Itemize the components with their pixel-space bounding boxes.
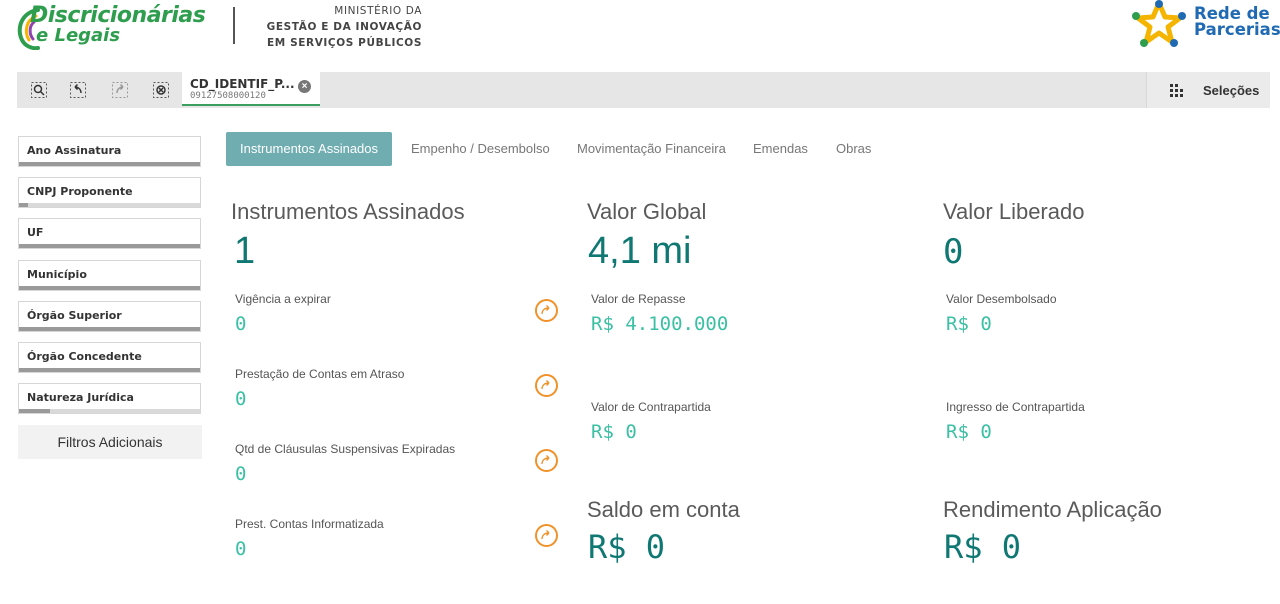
- filter-state-bar: [19, 286, 200, 290]
- grid-icon: [1170, 84, 1183, 97]
- kpi-valor-liberado-value: 0: [943, 232, 964, 272]
- current-selection-chip[interactable]: CD_IDENTIF_P... 09127508000120 ×: [182, 72, 320, 106]
- clausulas-drilldown-button[interactable]: [535, 449, 558, 472]
- filter-state-bar: [19, 244, 200, 248]
- kpi-valor-global-value: 4,1 mi: [588, 230, 692, 272]
- filter-orgao-superior[interactable]: Órgão Superior: [18, 301, 201, 332]
- clear-selections-icon: [153, 82, 169, 98]
- header-divider: [233, 7, 235, 44]
- filter-state-bar: [19, 409, 200, 413]
- ministry-line-2: GESTÃO E DA INOVAÇÃO: [266, 21, 422, 33]
- redirect-arrow-icon: [541, 305, 550, 315]
- star-people-icon: [1132, 0, 1186, 47]
- step-back-button[interactable]: [68, 80, 88, 100]
- filter-uf[interactable]: UF: [18, 218, 201, 249]
- filter-orgao-concedente[interactable]: Órgão Concedente: [18, 342, 201, 373]
- close-icon[interactable]: ×: [298, 80, 311, 93]
- filter-state-fill: [19, 203, 29, 207]
- smart-search-button[interactable]: [29, 80, 49, 100]
- ministry-line-1: MINISTÉRIO DA: [334, 5, 422, 17]
- selection-field-value: 09127508000120: [190, 91, 266, 101]
- filter-label: Órgão Concedente: [27, 350, 142, 363]
- step-forward-icon: [112, 82, 128, 98]
- filter-label: CNPJ Proponente: [27, 185, 133, 198]
- prestacao-atraso-value: 0: [235, 388, 247, 410]
- partner-line-2: Parcerias: [1194, 20, 1280, 39]
- redirect-arrow-icon: [541, 380, 550, 390]
- vigencia-label: Vigência a expirar: [235, 292, 331, 306]
- selections-button[interactable]: Seleções: [1146, 72, 1270, 108]
- filter-state-fill: [19, 368, 200, 372]
- filter-state-bar: [19, 368, 200, 372]
- filter-cnpj-proponente[interactable]: CNPJ Proponente: [18, 177, 201, 208]
- filter-label: Município: [27, 268, 87, 281]
- filtros-adicionais-button[interactable]: Filtros Adicionais: [18, 425, 202, 459]
- ingresso-contrapartida-label: Ingresso de Contrapartida: [946, 400, 1085, 414]
- selection-toolbar: CD_IDENTIF_P... 09127508000120 × Seleçõe…: [17, 72, 1270, 108]
- filter-state-fill: [19, 327, 200, 331]
- filter-state-fill: [19, 409, 50, 413]
- prestacao-atraso-drilldown-button[interactable]: [535, 374, 558, 397]
- selections-label: Seleções: [1203, 83, 1260, 98]
- kpi-saldo-value: R$ 0: [588, 528, 666, 566]
- filter-municipio[interactable]: Município: [18, 260, 201, 291]
- vigencia-drilldown-button[interactable]: [535, 299, 558, 322]
- tab-instrumentos-assinados[interactable]: Instrumentos Assinados: [226, 132, 393, 166]
- ingresso-contrapartida-value: R$ 0: [946, 421, 992, 443]
- step-forward-button[interactable]: [110, 80, 130, 100]
- tab-empenho-desembolso[interactable]: Empenho / Desembolso: [411, 132, 550, 166]
- logo-subtitle: e Legais: [36, 25, 121, 46]
- prest-informatizada-value: 0: [235, 538, 247, 560]
- tab-obras[interactable]: Obras: [836, 132, 871, 166]
- tab-emendas[interactable]: Emendas: [753, 132, 808, 166]
- filter-natureza-juridica[interactable]: Natureza Jurídica: [18, 383, 201, 414]
- prest-informatizada-drilldown-button[interactable]: [535, 524, 558, 547]
- prestacao-atraso-label: Prestação de Contas em Atraso: [235, 367, 405, 381]
- filter-label: UF: [27, 226, 44, 239]
- kpi-valor-global-title: Valor Global: [587, 199, 707, 224]
- ministry-name: MINISTÉRIO DA GESTÃO E DA INOVAÇÃO EM SE…: [266, 3, 422, 51]
- tab-movimentacao-financeira[interactable]: Movimentação Financeira: [577, 132, 726, 166]
- kpi-valor-liberado-title: Valor Liberado: [943, 199, 1085, 224]
- partner-name: Rede de Parcerias: [1194, 5, 1280, 39]
- discricionarias-logo: Discricionárias e Legais: [16, 2, 206, 50]
- filter-state-bar: [19, 203, 200, 207]
- valor-contrapartida-value: R$ 0: [591, 421, 637, 443]
- filter-label: Ano Assinatura: [27, 144, 122, 157]
- filter-state-fill: [19, 286, 200, 290]
- redirect-arrow-icon: [541, 530, 550, 540]
- kpi-rendimento-title: Rendimento Aplicação: [943, 497, 1162, 522]
- clear-selections-button[interactable]: [151, 80, 171, 100]
- valor-desembolsado-value: R$ 0: [946, 313, 992, 335]
- step-back-icon: [70, 82, 86, 98]
- smart-search-icon: [31, 82, 47, 98]
- ministry-line-3: EM SERVIÇOS PÚBLICOS: [267, 37, 422, 49]
- valor-desembolsado-label: Valor Desembolsado: [946, 292, 1057, 306]
- filter-state-fill: [19, 162, 200, 166]
- rede-de-parcerias-logo: Rede de Parcerias: [1128, 0, 1280, 50]
- filter-state-fill: [19, 244, 200, 248]
- kpi-instrumentos-title: Instrumentos Assinados: [231, 199, 465, 224]
- kpi-saldo-title: Saldo em conta: [587, 497, 740, 522]
- filter-label: Natureza Jurídica: [27, 391, 134, 404]
- kpi-rendimento-value: R$ 0: [944, 528, 1022, 566]
- filter-state-bar: [19, 327, 200, 331]
- valor-contrapartida-label: Valor de Contrapartida: [591, 400, 711, 414]
- clausulas-label: Qtd de Cláusulas Suspensivas Expiradas: [235, 442, 456, 456]
- filter-label: Órgão Superior: [27, 309, 122, 322]
- prest-informatizada-label: Prest. Contas Informatizada: [235, 517, 384, 531]
- valor-repasse-label: Valor de Repasse: [591, 292, 686, 306]
- redirect-arrow-icon: [541, 455, 550, 465]
- filter-state-bar: [19, 162, 200, 166]
- kpi-instrumentos-value: 1: [234, 230, 256, 272]
- clausulas-value: 0: [235, 463, 247, 485]
- valor-repasse-value: R$ 4.100.000: [591, 313, 729, 335]
- selection-field-name: CD_IDENTIF_P...: [190, 77, 295, 91]
- vigencia-value: 0: [235, 313, 247, 335]
- filter-ano-assinatura[interactable]: Ano Assinatura: [18, 136, 201, 167]
